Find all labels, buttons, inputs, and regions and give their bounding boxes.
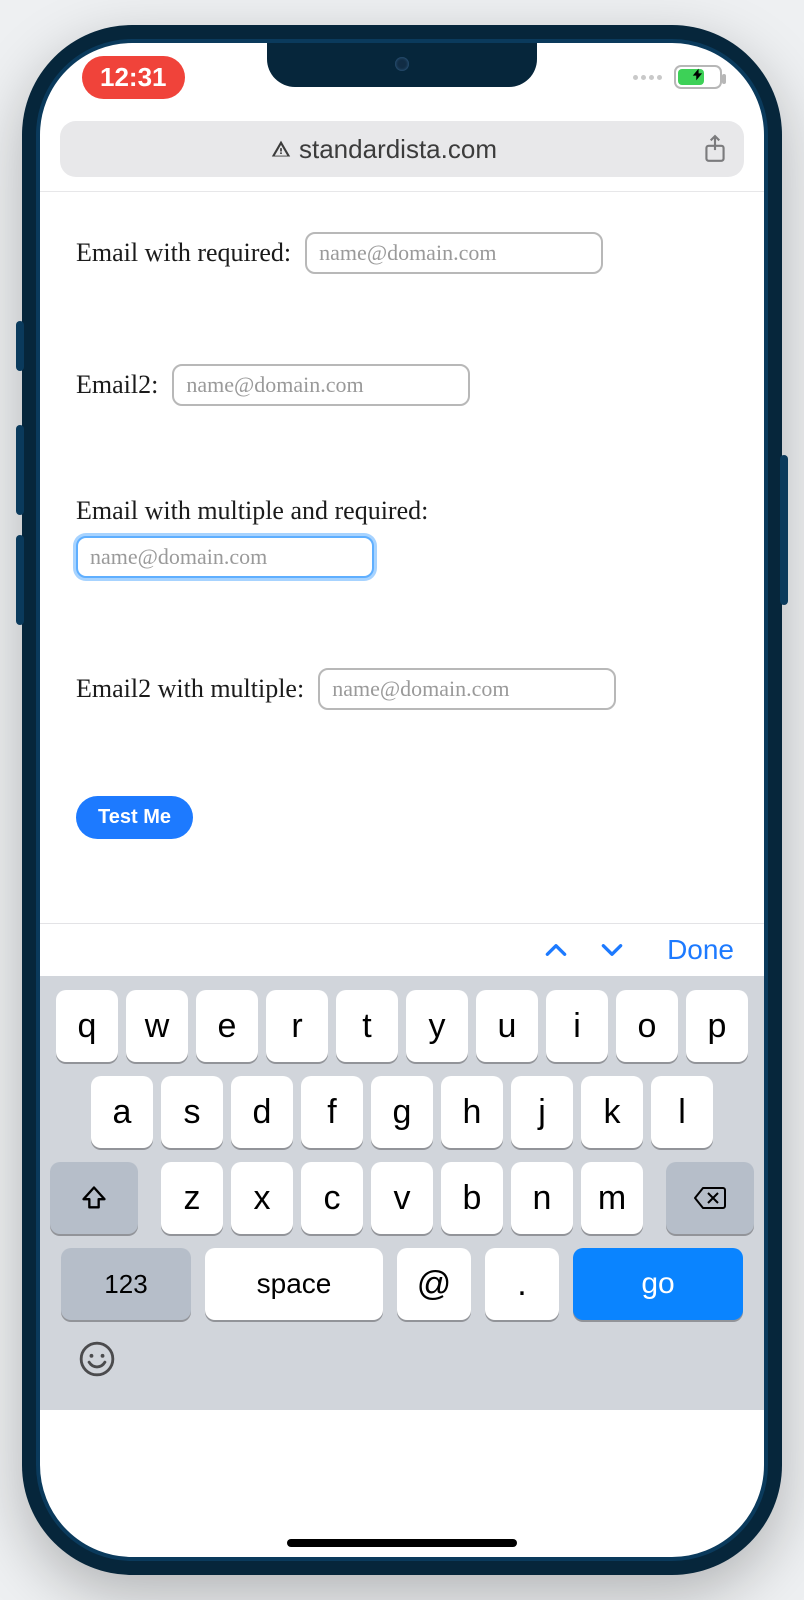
key-u[interactable]: u: [476, 990, 538, 1062]
keyboard-row-3: z x c v b n m: [50, 1162, 754, 1234]
notch: [267, 41, 537, 87]
key-m[interactable]: m: [581, 1162, 643, 1234]
share-icon[interactable]: [702, 134, 728, 164]
power-button: [780, 455, 788, 605]
email-required-label: Email with required:: [76, 238, 291, 268]
key-x[interactable]: x: [231, 1162, 293, 1234]
keyboard-row-1: q w e r t y u i o p: [50, 990, 754, 1062]
emoji-key-icon[interactable]: [78, 1340, 116, 1378]
keyboard-done-button[interactable]: Done: [667, 934, 734, 966]
next-field-icon[interactable]: [595, 937, 629, 963]
key-d[interactable]: d: [231, 1076, 293, 1148]
key-g[interactable]: g: [371, 1076, 433, 1148]
key-a[interactable]: a: [91, 1076, 153, 1148]
email2-input[interactable]: [172, 364, 470, 406]
address-bar[interactable]: standardista.com: [60, 121, 744, 177]
volume-down-button: [16, 535, 24, 625]
dot-key[interactable]: .: [485, 1248, 559, 1320]
numbers-key[interactable]: 123: [61, 1248, 191, 1320]
key-f[interactable]: f: [301, 1076, 363, 1148]
key-r[interactable]: r: [266, 990, 328, 1062]
mute-switch: [16, 321, 24, 371]
key-o[interactable]: o: [616, 990, 678, 1062]
key-k[interactable]: k: [581, 1076, 643, 1148]
key-b[interactable]: b: [441, 1162, 503, 1234]
go-key[interactable]: go: [573, 1248, 743, 1320]
key-z[interactable]: z: [161, 1162, 223, 1234]
status-time: 12:31: [82, 56, 185, 99]
key-j[interactable]: j: [511, 1076, 573, 1148]
keyboard: q w e r t y u i o p a s d f g h j k l: [40, 976, 764, 1410]
keyboard-row-4: 123 space @ . go: [50, 1248, 754, 1320]
at-key[interactable]: @: [397, 1248, 471, 1320]
keyboard-row-2: a s d f g h j k l: [50, 1076, 754, 1148]
key-y[interactable]: y: [406, 990, 468, 1062]
shift-key[interactable]: [50, 1162, 138, 1234]
key-h[interactable]: h: [441, 1076, 503, 1148]
key-v[interactable]: v: [371, 1162, 433, 1234]
backspace-key[interactable]: [666, 1162, 754, 1234]
key-t[interactable]: t: [336, 990, 398, 1062]
key-n[interactable]: n: [511, 1162, 573, 1234]
home-indicator[interactable]: [287, 1539, 517, 1547]
key-c[interactable]: c: [301, 1162, 363, 1234]
battery-icon: [674, 65, 722, 89]
space-key[interactable]: space: [205, 1248, 383, 1320]
email2-multiple-input[interactable]: [318, 668, 616, 710]
email2-label: Email2:: [76, 370, 158, 400]
key-i[interactable]: i: [546, 990, 608, 1062]
volume-up-button: [16, 425, 24, 515]
prev-field-icon[interactable]: [539, 937, 573, 963]
test-me-button[interactable]: Test Me: [76, 796, 193, 839]
key-l[interactable]: l: [651, 1076, 713, 1148]
phone-frame: 12:31 standardis: [22, 25, 782, 1575]
page-content: Email with required: Email2: Email with …: [40, 192, 764, 849]
email-multiple-required-label: Email with multiple and required:: [76, 496, 428, 526]
cellular-dots-icon: [633, 75, 662, 80]
email2-multiple-label: Email2 with multiple:: [76, 674, 304, 704]
not-secure-icon: [271, 139, 291, 159]
key-s[interactable]: s: [161, 1076, 223, 1148]
keyboard-accessory-bar: Done: [40, 923, 764, 976]
key-q[interactable]: q: [56, 990, 118, 1062]
key-p[interactable]: p: [686, 990, 748, 1062]
key-w[interactable]: w: [126, 990, 188, 1062]
email-required-input[interactable]: [305, 232, 603, 274]
email-multiple-required-input[interactable]: [76, 536, 374, 578]
key-e[interactable]: e: [196, 990, 258, 1062]
address-bar-domain: standardista.com: [299, 134, 497, 165]
